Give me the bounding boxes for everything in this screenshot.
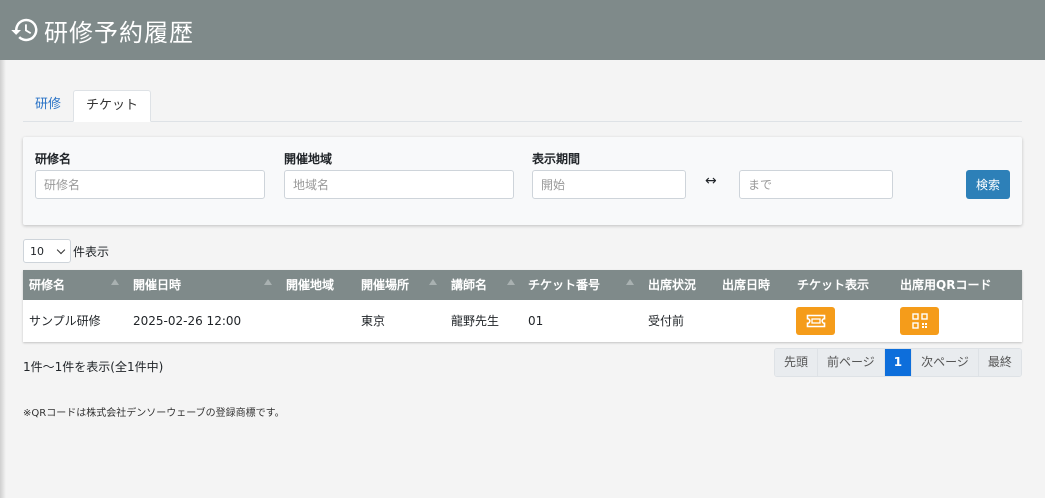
period-label: 表示期間 <box>532 152 581 166</box>
col-lecturer[interactable]: 講師名 <box>451 270 487 300</box>
cell-training-name: サンプル研修 <box>29 314 101 328</box>
qr-code-icon <box>911 313 928 329</box>
period-start-input[interactable] <box>532 170 686 199</box>
cell-lecturer: 龍野先生 <box>451 314 500 328</box>
table-row: サンプル研修 2025-02-26 12:00 東京 龍野先生 01 受付前 <box>23 300 1022 342</box>
page-header: 研修予約履歴 <box>0 0 1045 60</box>
page-next-button[interactable]: 次ページ <box>912 349 979 376</box>
col-attendance-time[interactable]: 出席日時 <box>722 270 770 300</box>
page-length-select[interactable]: 10 <box>23 239 71 263</box>
col-training-name[interactable]: 研修名 <box>29 270 65 300</box>
page-last-button[interactable]: 最終 <box>978 349 1021 376</box>
col-region[interactable]: 開催地域 <box>286 270 334 300</box>
cell-ticket-number: 01 <box>528 314 544 328</box>
trademark-note: ※QRコードは株式会社デンソーウェーブの登録商標です。 <box>23 408 285 419</box>
col-attendance-status[interactable]: 出席状況 <box>648 270 696 300</box>
training-name-input[interactable] <box>35 170 265 199</box>
table-header: 研修名 開催日時 開催地域 開催場所 講師名 チケット番号 出席状況 出席日時 … <box>23 270 1022 300</box>
page-length-suffix: 件表示 <box>73 244 110 259</box>
sort-icon <box>507 279 515 285</box>
region-label: 開催地域 <box>284 152 333 166</box>
region-input[interactable] <box>284 170 514 199</box>
range-arrow: ↔ <box>705 173 717 189</box>
page-prev-button[interactable]: 前ページ <box>818 349 885 376</box>
ticket-view-button[interactable] <box>796 307 835 335</box>
history-icon <box>11 18 38 42</box>
pagination: 先頭 前ページ 1 次ページ 最終 <box>774 348 1022 377</box>
page-current-button[interactable]: 1 <box>884 349 913 376</box>
cell-attendance-status: 受付前 <box>648 314 685 328</box>
sort-icon <box>626 279 634 285</box>
chevron-down-icon <box>56 245 66 254</box>
sort-icon <box>111 279 119 285</box>
sort-icon <box>264 279 272 285</box>
ticket-icon <box>806 314 825 328</box>
tab-bar: 研修 チケット <box>23 90 1022 122</box>
col-qr-code: 出席用QRコード <box>900 278 992 292</box>
tab-kenshu[interactable]: 研修 <box>23 90 73 122</box>
period-end-input[interactable] <box>739 170 893 199</box>
col-place[interactable]: 開催場所 <box>361 270 409 300</box>
cell-place: 東京 <box>361 314 386 328</box>
qr-code-button[interactable] <box>900 307 939 335</box>
col-ticket-view: チケット表示 <box>797 278 870 292</box>
page-length-control: 10 件表示 <box>23 239 109 263</box>
tab-ticket[interactable]: チケット <box>73 90 152 122</box>
filter-panel: 研修名 開催地域 表示期間 ↔ 検索 <box>23 137 1022 225</box>
page-first-button[interactable]: 先頭 <box>775 349 819 376</box>
page-length-value: 10 <box>30 244 44 258</box>
cell-datetime: 2025-02-26 12:00 <box>133 314 242 328</box>
history-table: 研修名 開催日時 開催地域 開催場所 講師名 チケット番号 出席状況 出席日時 … <box>23 270 1022 342</box>
left-shadow-strip <box>0 60 6 498</box>
training-name-label: 研修名 <box>35 152 72 166</box>
page-title: 研修予約履歴 <box>44 18 194 47</box>
table-info: 1件～1件を表示(全1件中) <box>23 360 164 374</box>
sort-icon <box>429 279 437 285</box>
col-datetime[interactable]: 開催日時 <box>133 270 181 300</box>
search-button[interactable]: 検索 <box>966 170 1010 199</box>
col-ticket-number[interactable]: チケット番号 <box>528 270 600 300</box>
